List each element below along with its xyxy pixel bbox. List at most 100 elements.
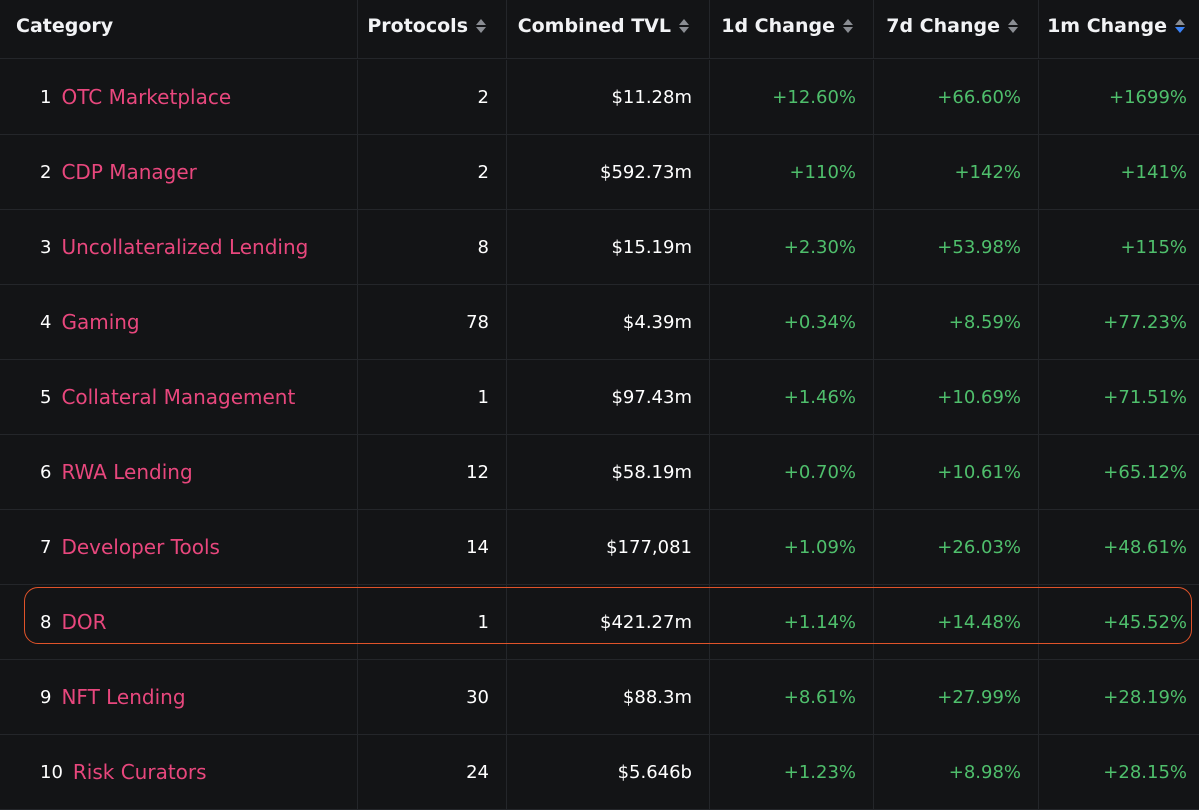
change-1d-value: +12.60% [772, 86, 856, 108]
cell-7d-change: +142% [874, 135, 1039, 209]
cell-1d-change: +0.70% [710, 435, 874, 509]
cell-combined-tvl: $177,081 [507, 510, 710, 584]
cell-1m-change: +1699% [1039, 60, 1199, 134]
cell-1m-change: +28.15% [1039, 735, 1199, 809]
cell-1m-change: +65.12% [1039, 435, 1199, 509]
rank-number: 5 [40, 386, 52, 408]
category-link[interactable]: OTC Marketplace [61, 85, 231, 109]
protocols-count: 24 [466, 761, 489, 783]
protocols-count: 2 [477, 161, 489, 183]
category-link[interactable]: Uncollateralized Lending [61, 235, 308, 259]
change-7d-value: +8.98% [948, 761, 1021, 783]
change-1m-value: +65.12% [1103, 461, 1187, 483]
cell-7d-change: +8.59% [874, 285, 1039, 359]
cell-7d-change: +14.48% [874, 585, 1039, 659]
cell-1d-change: +12.60% [710, 60, 874, 134]
cell-1m-change: +48.61% [1039, 510, 1199, 584]
protocols-count: 2 [477, 86, 489, 108]
category-link[interactable]: Developer Tools [61, 535, 220, 559]
cell-protocols: 8 [358, 210, 507, 284]
change-1d-value: +8.61% [783, 686, 856, 708]
protocols-count: 78 [466, 311, 489, 333]
combined-tvl-value: $97.43m [611, 386, 692, 408]
table-row[interactable]: 3 Uncollateralized Lending 8 $15.19m +2.30% +… [0, 210, 1199, 285]
rank-number: 8 [40, 611, 52, 633]
combined-tvl-value: $58.19m [611, 461, 692, 483]
cell-7d-change: +53.98% [874, 210, 1039, 284]
combined-tvl-value: $592.73m [600, 161, 692, 183]
cell-combined-tvl: $421.27m [507, 585, 710, 659]
sort-arrows-icon[interactable] [679, 18, 689, 34]
change-7d-value: +10.61% [937, 461, 1021, 483]
change-1d-value: +1.14% [783, 611, 856, 633]
table-row[interactable]: 9 NFT Lending 30 $88.3m +8.61% +27.99% +28.19% [0, 660, 1199, 735]
table-row[interactable]: 6 RWA Lending 12 $58.19m +0.70% +10.61% +65.12… [0, 435, 1199, 510]
cell-combined-tvl: $15.19m [507, 210, 710, 284]
category-link[interactable]: RWA Lending [61, 460, 192, 484]
table-row[interactable]: 4 Gaming 78 $4.39m +0.34% +8.59% +77.23% [0, 285, 1199, 360]
category-link[interactable]: NFT Lending [61, 685, 185, 709]
protocols-count: 12 [466, 461, 489, 483]
sort-arrows-icon[interactable] [843, 18, 853, 34]
cell-combined-tvl: $97.43m [507, 360, 710, 434]
header-combined-tvl-label: Combined TVL [517, 15, 671, 37]
rank-number: 4 [40, 311, 52, 333]
sort-arrows-icon[interactable] [1008, 18, 1018, 34]
cell-protocols: 24 [358, 735, 507, 809]
category-link[interactable]: Collateral Management [61, 385, 295, 409]
category-link[interactable]: Gaming [61, 310, 139, 334]
cell-7d-change: +10.61% [874, 435, 1039, 509]
change-1d-value: +110% [789, 161, 856, 183]
category-link[interactable]: DOR [61, 610, 106, 634]
category-link[interactable]: CDP Manager [61, 160, 196, 184]
table-row[interactable]: 10 Risk Curators 24 $5.646b +1.23% +8.98% +28.… [0, 735, 1199, 810]
change-7d-value: +27.99% [937, 686, 1021, 708]
header-category[interactable]: Category [0, 0, 358, 58]
combined-tvl-value: $15.19m [611, 236, 692, 258]
cell-1d-change: +2.30% [710, 210, 874, 284]
header-1m-change[interactable]: 1m Change [1039, 0, 1199, 58]
rank-number: 3 [40, 236, 52, 258]
table-row[interactable]: 5 Collateral Management 1 $97.43m +1.46% +10.… [0, 360, 1199, 435]
table-header: Category Protocols Combined TVL 1d Chang… [0, 0, 1199, 59]
cell-combined-tvl: $58.19m [507, 435, 710, 509]
header-7d-change[interactable]: 7d Change [874, 0, 1039, 58]
rank-number: 9 [40, 686, 52, 708]
change-1d-value: +0.34% [783, 311, 856, 333]
cell-1d-change: +1.09% [710, 510, 874, 584]
cell-combined-tvl: $5.646b [507, 735, 710, 809]
cell-7d-change: +26.03% [874, 510, 1039, 584]
change-1m-value: +1699% [1109, 86, 1187, 108]
table-row[interactable]: 1 OTC Marketplace 2 $11.28m +12.60% +66.60% +1… [0, 60, 1199, 135]
cell-7d-change: +27.99% [874, 660, 1039, 734]
cell-category: 8 DOR [0, 585, 358, 659]
cell-category: 3 Uncollateralized Lending [0, 210, 358, 284]
cell-category: 2 CDP Manager [0, 135, 358, 209]
rank-number: 6 [40, 461, 52, 483]
table-row[interactable]: 8 DOR 1 $421.27m +1.14% +14.48% +45.52% [0, 585, 1199, 660]
category-link[interactable]: Risk Curators [73, 760, 207, 784]
change-1d-value: +1.23% [783, 761, 856, 783]
cell-1d-change: +1.23% [710, 735, 874, 809]
protocols-count: 14 [466, 536, 489, 558]
header-protocols[interactable]: Protocols [358, 0, 507, 58]
header-combined-tvl[interactable]: Combined TVL [507, 0, 710, 58]
change-7d-value: +66.60% [937, 86, 1021, 108]
combined-tvl-value: $177,081 [606, 536, 692, 558]
cell-1d-change: +8.61% [710, 660, 874, 734]
sort-arrows-icon[interactable] [476, 18, 486, 34]
cell-combined-tvl: $4.39m [507, 285, 710, 359]
cell-category: 10 Risk Curators [0, 735, 358, 809]
change-7d-value: +26.03% [937, 536, 1021, 558]
combined-tvl-value: $421.27m [600, 611, 692, 633]
header-1d-change[interactable]: 1d Change [710, 0, 874, 58]
table-row[interactable]: 2 CDP Manager 2 $592.73m +110% +142% +141% [0, 135, 1199, 210]
cell-1d-change: +1.46% [710, 360, 874, 434]
cell-protocols: 14 [358, 510, 507, 584]
sort-descending-icon[interactable] [1175, 18, 1185, 34]
header-7d-change-label: 7d Change [886, 15, 1000, 37]
cell-category: 7 Developer Tools [0, 510, 358, 584]
cell-1m-change: +115% [1039, 210, 1199, 284]
header-category-label: Category [16, 15, 114, 37]
table-row[interactable]: 7 Developer Tools 14 $177,081 +1.09% +26.03% +… [0, 510, 1199, 585]
